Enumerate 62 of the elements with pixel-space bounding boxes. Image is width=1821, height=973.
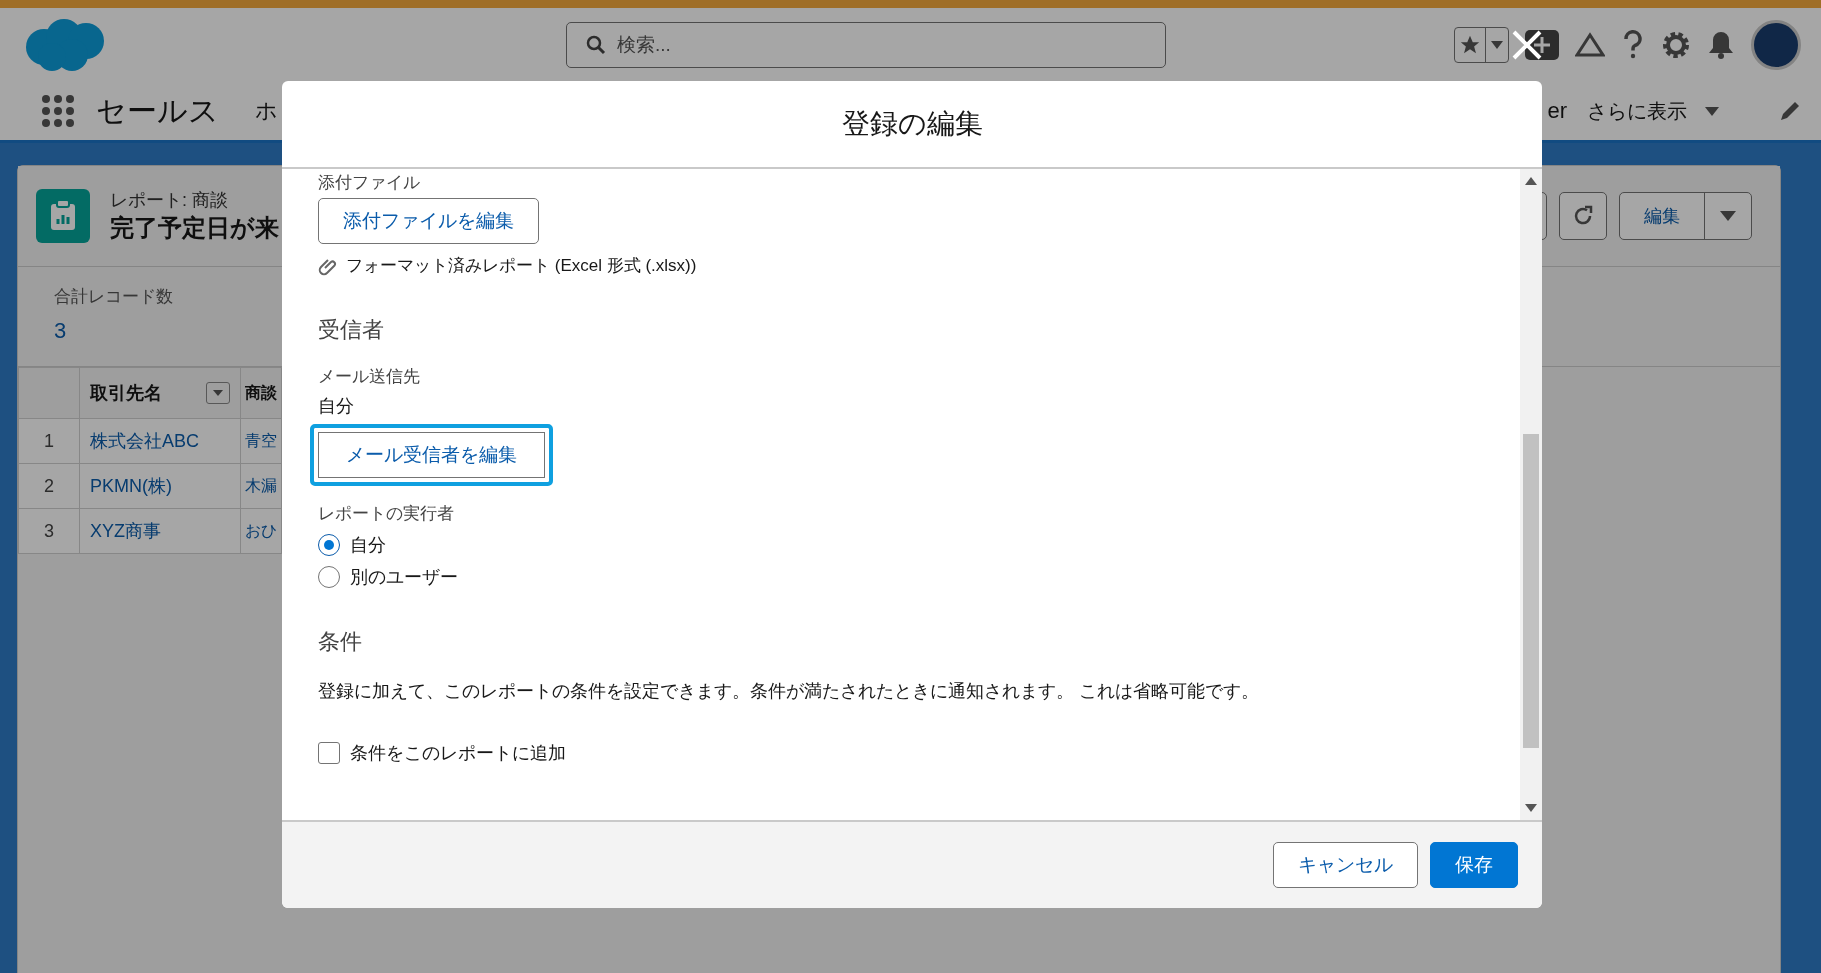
report-icon	[36, 189, 90, 243]
caret-icon	[1491, 41, 1503, 49]
attachment-file: フォーマット済みレポート (Excel 形式 (.xlsx))	[346, 255, 697, 277]
description-text: 登録に加えて、このレポートの条件を設定できます。条件が満たされたときに通知されます。 これは省略可能です。	[318, 680, 1260, 703]
bell-icon[interactable]	[1707, 30, 1735, 60]
nav-tab[interactable]: er	[1547, 98, 1567, 124]
row-number: 3	[18, 508, 80, 554]
row-number: 1	[18, 418, 80, 464]
scrollbar-thumb[interactable]	[1523, 434, 1539, 748]
checkbox[interactable]	[318, 742, 340, 764]
nav-tab[interactable]: ホ	[255, 96, 278, 126]
edit-attachment-button[interactable]: 添付ファイルを編集	[318, 198, 539, 244]
caret-icon	[1705, 106, 1719, 116]
avatar[interactable]	[1751, 20, 1801, 70]
column-menu-button[interactable]	[206, 382, 230, 404]
table-cell[interactable]: 青空	[240, 418, 282, 464]
more-menu[interactable]: さらに表示	[1587, 97, 1719, 125]
table-cell[interactable]: 木漏	[240, 463, 282, 509]
cancel-button[interactable]: キャンセル	[1273, 842, 1418, 888]
caret-icon	[1720, 211, 1736, 221]
row-number: 2	[18, 463, 80, 509]
attachment-label: 添付ファイル	[318, 172, 421, 194]
column-header: 取引先名	[90, 382, 162, 405]
settings-icon[interactable]	[1661, 30, 1691, 60]
checkbox-label: 条件をこのレポートに追加	[350, 742, 566, 765]
app-launcher-icon[interactable]	[42, 95, 74, 127]
summary-value: 3	[54, 318, 67, 344]
save-button[interactable]: 保存	[1430, 842, 1518, 888]
table-cell[interactable]: おひ	[240, 508, 282, 554]
field-label: レポートの実行者	[318, 503, 455, 525]
field-label: メール送信先	[318, 366, 421, 388]
app-name: セールス	[96, 92, 219, 129]
report-title: 完了予定日が来	[110, 213, 279, 243]
refresh-button[interactable]	[1559, 192, 1607, 240]
search-icon	[586, 35, 606, 55]
favorites-button[interactable]	[1454, 27, 1509, 63]
scrollbar[interactable]	[1520, 169, 1542, 820]
table-cell[interactable]: XYZ商事	[79, 508, 241, 554]
report-type: レポート: 商談	[110, 189, 229, 212]
radio-button[interactable]	[318, 566, 340, 588]
scroll-up-icon[interactable]	[1525, 177, 1537, 185]
summary-label: 合計レコード数	[54, 286, 173, 308]
mountain-icon[interactable]	[1575, 31, 1605, 59]
search-field[interactable]: 検索...	[566, 22, 1166, 68]
scroll-down-icon[interactable]	[1525, 804, 1537, 812]
pencil-icon[interactable]	[1779, 100, 1801, 122]
help-icon[interactable]	[1621, 30, 1645, 60]
field-value: 自分	[318, 395, 355, 418]
close-icon[interactable]	[1510, 28, 1544, 62]
table-cell[interactable]: PKMN(株)	[79, 463, 241, 509]
radio-label: 自分	[350, 534, 386, 557]
section-heading: 受信者	[318, 316, 385, 344]
star-icon	[1459, 34, 1481, 56]
caret-icon	[213, 390, 223, 396]
column-header: 商談	[240, 367, 282, 419]
edit-recipients-button[interactable]: メール受信者を編集	[310, 424, 553, 486]
radio-button[interactable]	[318, 534, 340, 556]
section-heading: 条件	[318, 628, 363, 656]
radio-label: 別のユーザー	[350, 566, 458, 589]
refresh-icon	[1572, 205, 1594, 227]
table-cell[interactable]: 株式会社ABC	[79, 418, 241, 464]
dialog-title: 登録の編集	[282, 81, 1542, 169]
